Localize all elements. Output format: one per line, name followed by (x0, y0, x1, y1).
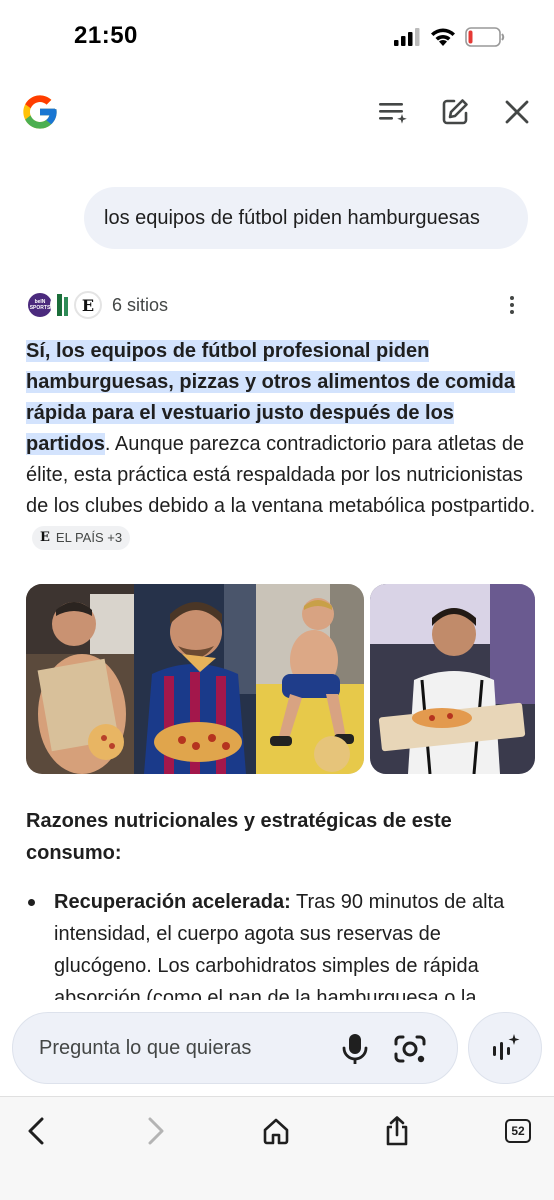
el-pais-letter: E (81, 295, 95, 315)
google-lens-icon[interactable] (393, 1032, 427, 1066)
sites-count-label: 6 sitios (112, 294, 169, 315)
list-item: Recuperación acelerada: Tras 90 minutos … (26, 886, 536, 1002)
google-g-icon[interactable] (20, 92, 60, 132)
more-options-icon[interactable] (500, 292, 524, 318)
citation-favicon: E (40, 530, 50, 545)
el-pais-favicon: E (74, 291, 102, 319)
image-collage[interactable] (26, 584, 364, 774)
playlist-add-icon (379, 103, 407, 124)
forward-button[interactable] (136, 1111, 176, 1151)
image-strip (26, 584, 535, 774)
answer-highlight-4: partidos (26, 433, 105, 455)
home-icon (263, 1118, 289, 1145)
sparkle-waveform-icon (493, 1034, 520, 1060)
cellular-signal-icon (394, 28, 420, 46)
browser-toolbar: 52 (0, 1096, 554, 1200)
player-eating-pizza-3 (256, 584, 364, 774)
home-button[interactable] (256, 1111, 296, 1151)
share-icon (386, 1116, 408, 1146)
tabs-button[interactable]: 52 (498, 1111, 538, 1151)
ask-placeholder: Pregunta lo que quieras (39, 1037, 252, 1059)
status-bar: 21:50 (0, 0, 554, 76)
answer-highlight-3: rápida para el vestuario justo después d… (26, 402, 454, 424)
back-button[interactable] (16, 1111, 56, 1151)
chevron-right-icon (148, 1117, 164, 1145)
green-bars-icon (57, 294, 68, 316)
app-header (0, 82, 554, 142)
tabs-count: 52 (505, 1119, 531, 1143)
battery-icon (465, 27, 505, 47)
player-eating-pizza-4 (370, 584, 535, 774)
status-time: 21:50 (74, 22, 138, 49)
user-query-bubble: los equipos de fútbol piden hamburguesas (84, 187, 528, 249)
citation-chip[interactable]: E EL PAÍS +3 (32, 525, 131, 550)
close-button[interactable] (499, 94, 535, 130)
ask-input[interactable]: Pregunta lo que quieras (12, 1012, 458, 1084)
bullet-list: Recuperación acelerada: Tras 90 minutos … (26, 886, 536, 1002)
input-area: Pregunta lo que quieras (0, 1000, 554, 1096)
chevron-left-icon (28, 1117, 44, 1145)
live-voice-button[interactable] (468, 1012, 542, 1084)
user-query-text: los equipos de fútbol piden hamburguesas (104, 206, 480, 229)
answer-highlight-2: hamburguesas, pizzas y otros alimentos d… (26, 371, 516, 393)
player-eating-pizza-1 (26, 584, 134, 774)
share-button[interactable] (377, 1111, 417, 1151)
section-heading: Razones nutricionales y estratégicas de … (26, 810, 452, 864)
image-single[interactable] (370, 584, 535, 774)
citation-label: EL PAÍS +3 (55, 530, 123, 545)
answer-highlight-1: Sí, los equipos de fútbol profesional pi… (26, 340, 430, 362)
bullet-dot (28, 899, 35, 906)
sources-row[interactable]: beIN SPORTS E 6 sitios (26, 288, 530, 322)
wifi-icon (431, 28, 455, 46)
edit-button[interactable] (437, 94, 473, 130)
bullet-bold-label: Recuperación acelerada: (54, 891, 291, 913)
playlist-add-button[interactable] (375, 94, 411, 130)
ai-answer-paragraph: Sí, los equipos de fútbol profesional pi… (26, 336, 536, 553)
close-icon (505, 100, 529, 124)
edit-icon (442, 99, 468, 125)
microphone-icon[interactable] (339, 1031, 371, 1067)
player-eating-pizza-2 (134, 584, 256, 774)
bein-label: beIN SPORTS (29, 299, 51, 311)
